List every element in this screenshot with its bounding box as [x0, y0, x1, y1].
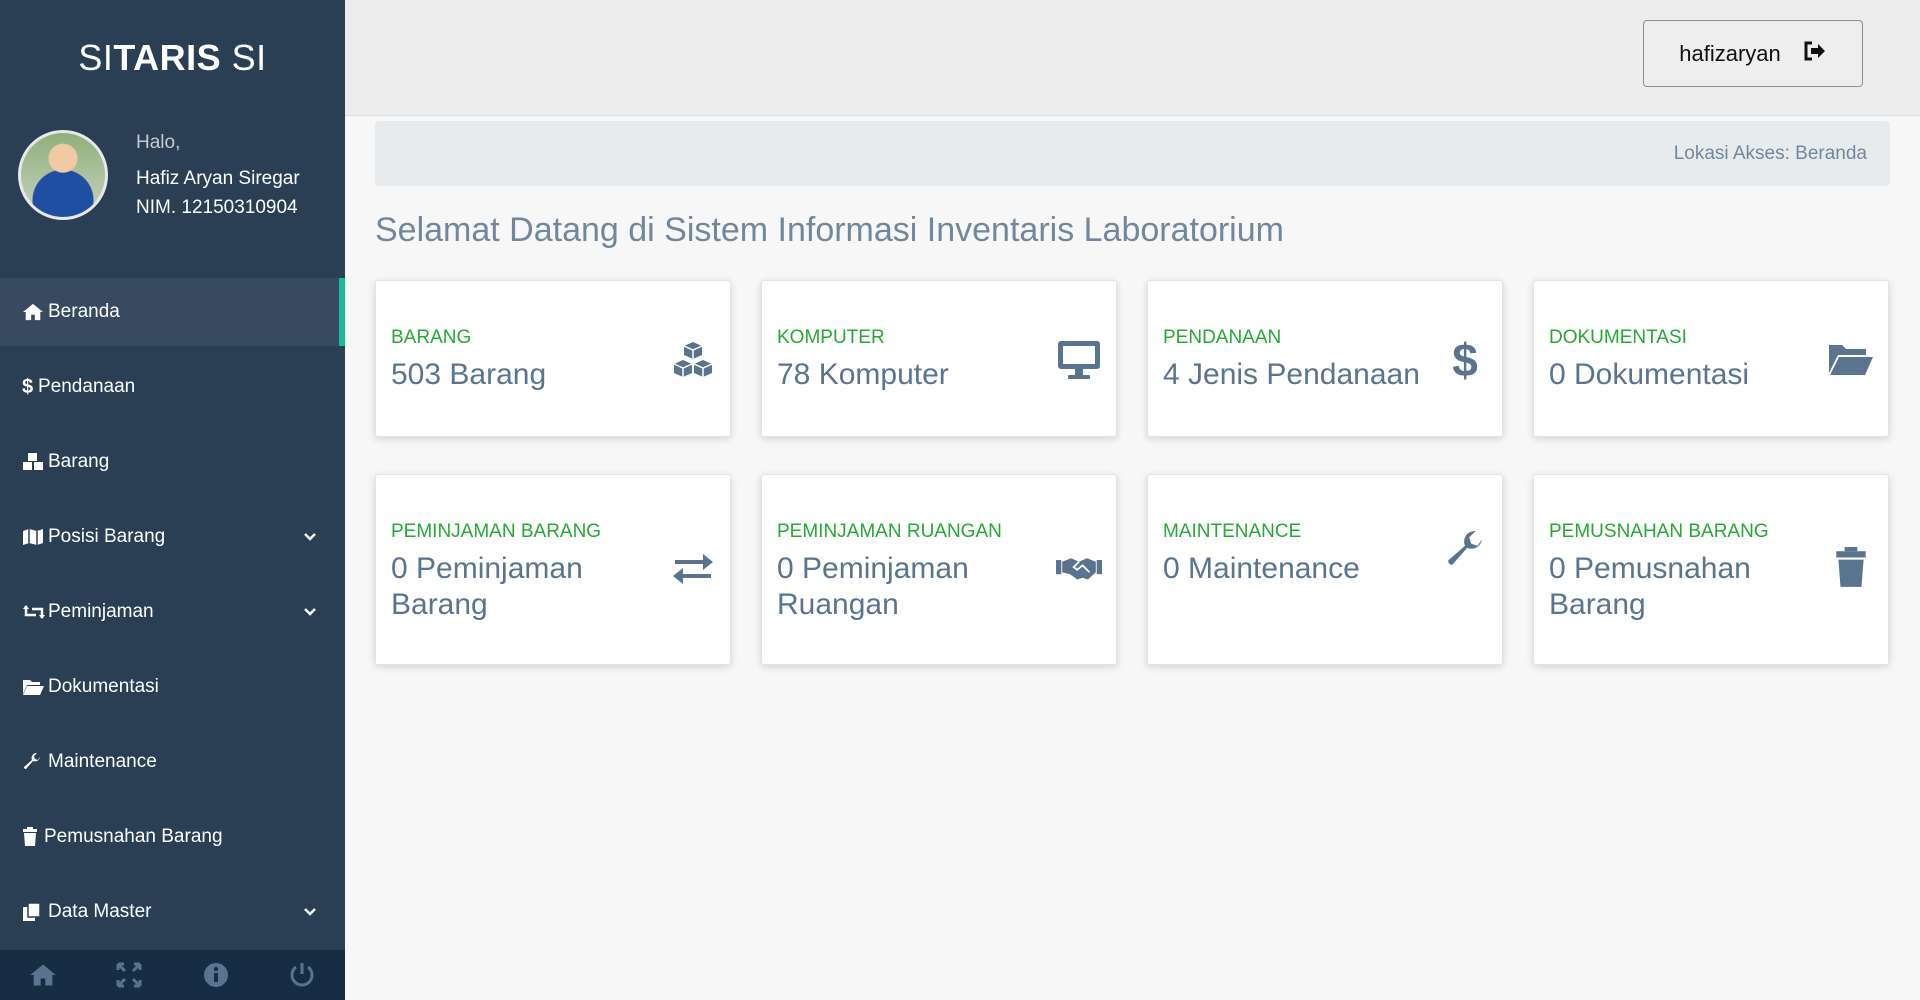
folder-open-icon [22, 678, 48, 696]
card-value: 4 Jenis Pendanaan [1163, 358, 1420, 391]
sidebar-item-beranda[interactable]: Beranda [0, 278, 345, 346]
sidebar-item-label: Pendanaan [38, 376, 136, 397]
sidebar-item-label: Peminjaman [48, 601, 154, 622]
breadcrumb: Lokasi Akses: Beranda [375, 121, 1890, 186]
sidebar-item-label: Pemusnahan Barang [44, 826, 223, 847]
user-logout-button[interactable]: hafizaryan [1643, 20, 1863, 87]
sidebar-item-dokumentasi[interactable]: Dokumentasi [0, 653, 345, 721]
sidebar-item-data-master[interactable]: Data Master [0, 878, 345, 946]
info-icon[interactable] [173, 950, 259, 1000]
card-maintenance[interactable]: MAINTENANCE 0 Maintenance [1147, 474, 1503, 665]
dollar-icon: $ [1452, 334, 1478, 386]
card-komputer[interactable]: KOMPUTER 78 Komputer [761, 280, 1117, 437]
username: hafizaryan [1679, 40, 1781, 66]
profile-nim: NIM. 12150310904 [136, 197, 298, 218]
profile-name: Hafiz Aryan Siregar [136, 168, 300, 189]
map-icon [22, 528, 48, 546]
sidebar-item-maintenance[interactable]: Maintenance [0, 728, 345, 796]
card-peminjaman-barang[interactable]: PEMINJAMAN BARANG 0 Peminjaman Barang [375, 474, 731, 665]
wrench-icon [1442, 527, 1488, 573]
app-brand[interactable]: SI TARIS SI [0, 0, 345, 115]
brand-suffix: SI [231, 36, 267, 78]
summary-cards: BARANG 503 Barang KOMPUTER 78 Komputer P… [375, 280, 1890, 665]
sidebar-item-label: Beranda [48, 301, 120, 322]
sidebar-item-label: Posisi Barang [48, 526, 166, 547]
sidebar-item-barang[interactable]: Barang [0, 428, 345, 496]
card-label: BARANG [391, 327, 472, 348]
sidebar: SI TARIS SI Halo, Hafiz Aryan Siregar NIM… [0, 0, 345, 1000]
sidebar-item-pendanaan[interactable]: $ Pendanaan [0, 353, 345, 421]
card-value: 0 Peminjaman Ruangan [777, 552, 969, 621]
card-pendanaan[interactable]: PENDANAAN 4 Jenis Pendanaan $ [1147, 280, 1503, 437]
retweet-icon [22, 603, 48, 621]
breadcrumb-text: Lokasi Akses: Beranda [1673, 142, 1867, 164]
sidebar-menu: Beranda $ Pendanaan Barang Posisi Barang… [0, 278, 345, 946]
cubes-icon [670, 337, 716, 383]
sidebar-footer [0, 950, 345, 1000]
card-value: 78 Komputer [777, 358, 949, 391]
card-label: PEMINJAMAN RUANGAN [777, 521, 1002, 542]
power-icon[interactable] [259, 950, 345, 1000]
card-label: KOMPUTER [777, 327, 885, 348]
sidebar-item-label: Data Master [48, 901, 152, 922]
card-value: 503 Barang [391, 358, 547, 391]
wrench-icon [22, 752, 48, 772]
sidebar-item-label: Dokumentasi [48, 676, 159, 697]
sidebar-item-peminjaman[interactable]: Peminjaman [0, 578, 345, 646]
chevron-down-icon [303, 601, 317, 623]
page-title: Selamat Datang di Sistem Informasi Inven… [375, 211, 1284, 249]
card-value: 0 Maintenance [1163, 552, 1360, 585]
trash-icon [1828, 545, 1874, 591]
card-label: PEMINJAMAN BARANG [391, 521, 602, 542]
sidebar-item-pemusnahan-barang[interactable]: Pemusnahan Barang [0, 803, 345, 871]
copy-icon [22, 902, 48, 922]
exchange-icon [670, 545, 716, 591]
dollar-icon: $ [22, 375, 34, 398]
chevron-down-icon [303, 901, 317, 923]
desktop-icon [1056, 337, 1102, 383]
sidebar-item-label: Maintenance [48, 751, 157, 772]
folder-open-icon [1828, 337, 1874, 383]
home-icon[interactable] [0, 950, 86, 1000]
handshake-icon [1056, 545, 1102, 591]
avatar [18, 130, 108, 220]
card-label: PEMUSNAHAN BARANG [1549, 521, 1769, 542]
sidebar-item-posisi-barang[interactable]: Posisi Barang [0, 503, 345, 571]
main-content: Lokasi Akses: Beranda Selamat Datang di … [375, 121, 1890, 665]
card-dokumentasi[interactable]: DOKUMENTASI 0 Dokumentasi [1533, 280, 1889, 437]
cubes-icon [22, 452, 48, 472]
brand-bold: TARIS [113, 36, 222, 78]
card-value: 0 Dokumentasi [1549, 358, 1750, 391]
fullscreen-icon[interactable] [86, 950, 172, 1000]
card-label: DOKUMENTASI [1549, 327, 1687, 348]
profile-greeting: Halo, [136, 132, 181, 153]
sign-out-icon [1803, 41, 1827, 67]
top-navbar: hafizaryan [345, 0, 1920, 116]
card-value: 0 Peminjaman Barang [391, 552, 583, 621]
user-profile: Halo, Hafiz Aryan Siregar NIM. 121503109… [0, 115, 345, 278]
sidebar-item-label: Barang [48, 451, 110, 472]
card-pemusnahan-barang[interactable]: PEMUSNAHAN BARANG 0 Pemusnahan Barang [1533, 474, 1889, 665]
trash-icon [22, 827, 44, 847]
chevron-down-icon [303, 526, 317, 548]
brand-prefix: SI [78, 36, 114, 78]
card-barang[interactable]: BARANG 503 Barang [375, 280, 731, 437]
card-label: MAINTENANCE [1163, 521, 1302, 542]
card-peminjaman-ruangan[interactable]: PEMINJAMAN RUANGAN 0 Peminjaman Ruangan [761, 474, 1117, 665]
card-label: PENDANAAN [1163, 327, 1282, 348]
card-value: 0 Pemusnahan Barang [1549, 552, 1751, 621]
home-icon [22, 302, 48, 322]
